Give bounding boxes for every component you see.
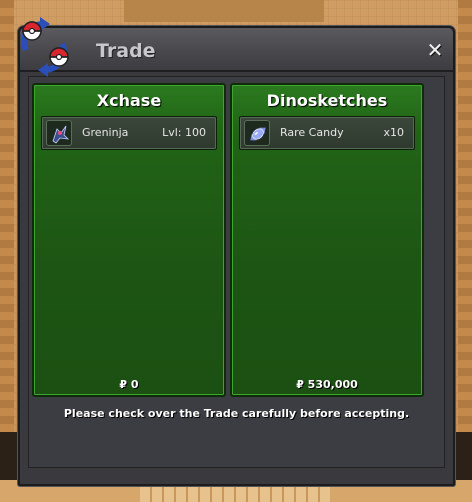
money-offer: ₽ 530,000 [296,378,358,391]
window-title: Trade [96,40,156,62]
rare-candy-icon [244,120,270,146]
offer-panel-dinosketches: Dinosketches Rare Candy x10 ₽ 530,000 [230,83,424,397]
close-icon[interactable]: ✕ [425,40,445,60]
trade-pokeballs-icon [12,14,76,80]
greninja-icon [46,120,72,146]
trade-notice: Please check over the Trade carefully be… [63,407,410,420]
background-wall [124,0,324,22]
trade-body: Xchase Greninja Lvl: 100 ₽ 0 Dinosketche… [28,76,445,468]
money-offer: ₽ 0 [119,378,139,391]
item-name: Greninja [82,126,129,139]
item-name: Rare Candy [280,126,344,139]
offer-item[interactable]: Greninja Lvl: 100 [41,116,217,150]
title-bar[interactable]: Trade ✕ [20,28,453,72]
player-name: Dinosketches [266,91,388,110]
background-fence-right [458,0,472,440]
offer-item[interactable]: Rare Candy x10 [239,116,415,150]
item-level: Lvl: 100 [162,126,206,139]
item-quantity: x10 [383,126,404,139]
player-name: Xchase [96,91,162,110]
trade-window: Trade ✕ Xchase Greninja Lvl: 100 ₽ 0 Din… [18,17,455,486]
offer-panel-xchase: Xchase Greninja Lvl: 100 ₽ 0 [32,83,226,397]
